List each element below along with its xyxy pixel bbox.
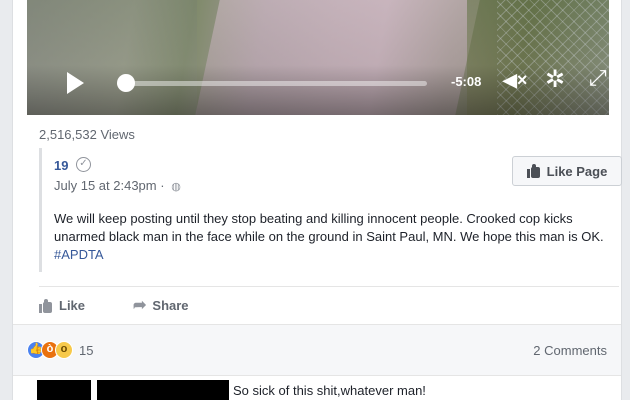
play-icon[interactable] bbox=[67, 72, 84, 94]
redacted-avatar bbox=[37, 380, 91, 400]
reactions-bar: 👍 ò o 15 2 Comments bbox=[13, 324, 621, 376]
comment: So sick of this shit,whatever man! bbox=[25, 380, 625, 400]
comments-count-link[interactable]: 2 Comments bbox=[533, 343, 607, 358]
wow-reaction-icon[interactable]: o bbox=[55, 341, 73, 359]
share-label: Share bbox=[152, 298, 189, 313]
comment-text: So sick of this shit,whatever man! bbox=[233, 383, 426, 398]
video-progress-track[interactable] bbox=[117, 81, 427, 86]
like-label: Like bbox=[59, 298, 86, 313]
thumbs-up-icon bbox=[39, 298, 53, 313]
thumbs-up-icon bbox=[526, 164, 541, 178]
verified-check-icon: ✓ bbox=[76, 157, 91, 172]
volume-muted-icon[interactable]: ◀× bbox=[503, 70, 527, 91]
post-timestamp[interactable]: July 15 at 2:43pm · bbox=[54, 178, 165, 193]
view-count: 2,516,532 Views bbox=[39, 127, 135, 142]
post-body: We will keep posting until they stop bea… bbox=[54, 211, 604, 244]
like-page-button[interactable]: Like Page bbox=[512, 156, 622, 186]
shared-post: 19 ✓ July 15 at 2:43pm · ◍ Like Page We … bbox=[39, 148, 624, 272]
globe-icon: ◍ bbox=[171, 181, 181, 193]
video-time-remaining: -5:08 bbox=[451, 74, 482, 89]
hashtag-link[interactable]: #APDTA bbox=[54, 247, 104, 262]
page-name-link[interactable]: 19 bbox=[54, 158, 68, 173]
video-progress-handle[interactable] bbox=[117, 74, 135, 92]
reaction-count[interactable]: 15 bbox=[79, 343, 93, 358]
expand-icon[interactable]: ⤢ bbox=[589, 66, 607, 90]
share-arrow-icon: ➦ bbox=[133, 296, 147, 314]
like-button[interactable]: Like bbox=[39, 298, 85, 313]
post-text: We will keep posting until they stop bea… bbox=[54, 210, 624, 264]
gear-icon[interactable]: ✲ bbox=[545, 68, 565, 92]
redacted-commenter-name bbox=[97, 380, 229, 400]
like-page-label: Like Page bbox=[546, 163, 608, 179]
post-meta: July 15 at 2:43pm · ◍ bbox=[54, 178, 181, 193]
video-player[interactable]: -5:08 ◀× ✲ ⤢ bbox=[27, 0, 609, 115]
post-actions: Like ➦ Share bbox=[39, 286, 619, 324]
share-button[interactable]: ➦ Share bbox=[133, 296, 189, 314]
post-card: -5:08 ◀× ✲ ⤢ 2,516,532 Views 19 ✓ July 1… bbox=[12, 0, 622, 400]
